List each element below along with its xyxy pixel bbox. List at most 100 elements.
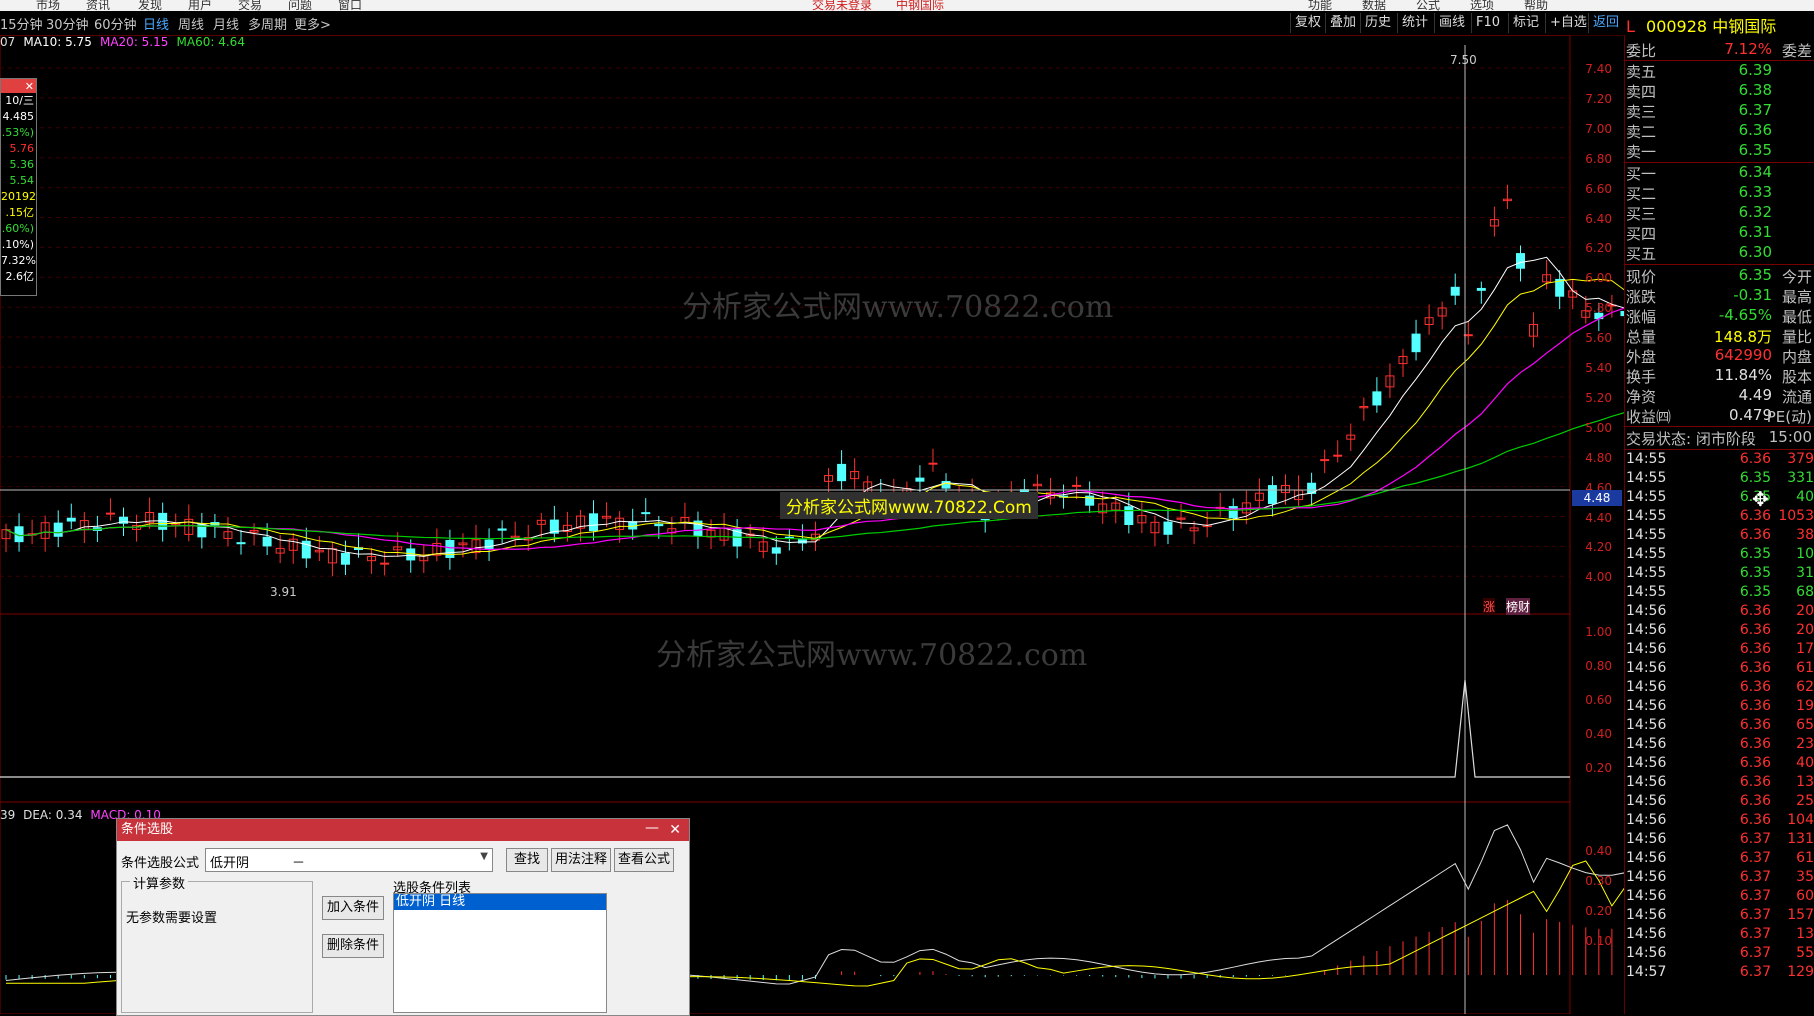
stat-value: 6.35 — [1738, 266, 1772, 284]
tick-row: 14:55 6.36 38 — [1626, 527, 1814, 546]
menu-options[interactable]: 选项 — [1470, 0, 1494, 11]
watermark-main: 分析家公式网www.70822.com — [682, 290, 1114, 325]
stat-label: 外盘 — [1626, 348, 1657, 366]
high-price-label: 7.50 — [1450, 53, 1477, 67]
tick-row: 14:55 6.35 68 — [1626, 584, 1814, 603]
close-icon[interactable]: ✕ — [1, 79, 36, 93]
toolbar-back[interactable]: 返回 — [1588, 13, 1623, 33]
period-multi[interactable]: 多周期 — [248, 14, 287, 33]
candle-body — [484, 539, 494, 550]
add-condition-button[interactable]: 加入条件 — [322, 896, 384, 920]
menu-discover[interactable]: 发现 — [138, 0, 162, 11]
period-daily[interactable]: 日线 — [143, 14, 169, 33]
menu-user[interactable]: 用户 — [188, 0, 212, 11]
toolbar-add-watchlist[interactable]: +自选 — [1545, 13, 1591, 33]
stat-label: 收益㈣ — [1626, 408, 1672, 426]
tick-row: 14:55 6.36 1053 — [1626, 508, 1814, 527]
tick-row: 14:56 6.36 62 — [1626, 679, 1814, 698]
stat-label: 换手 — [1626, 368, 1657, 386]
badge-list[interactable]: 榜财 — [1506, 598, 1531, 615]
tick-time: 14:55 — [1626, 470, 1667, 486]
tick-time: 14:56 — [1626, 641, 1667, 657]
toolbar-history[interactable]: 历史 — [1360, 13, 1395, 33]
badge-rise[interactable]: 涨 — [1483, 598, 1496, 615]
period-monthly[interactable]: 月线 — [213, 14, 239, 33]
info-high: 5.76 — [9, 142, 35, 155]
bid-row: 买二 6.33 — [1626, 183, 1812, 203]
tick-price: 6.37 — [1739, 850, 1771, 866]
find-button[interactable]: 查找 — [506, 848, 548, 872]
menu-formula[interactable]: 公式 — [1416, 0, 1440, 11]
tick-row: 14:56 6.36 40 — [1626, 755, 1814, 774]
bid-row: 买一 6.34 — [1626, 163, 1812, 183]
minimize-icon[interactable]: — — [645, 817, 659, 839]
tick-volume: 60 — [1796, 888, 1814, 904]
ask-row: 卖四 6.38 — [1626, 81, 1812, 101]
stat-right-label: 最低 — [1781, 308, 1812, 326]
stat-value: -0.31 — [1733, 286, 1772, 304]
period-30min[interactable]: 30分钟 — [46, 14, 89, 33]
tick-row: 14:57 6.37 129 — [1626, 964, 1814, 983]
stock-screener-dialog: 条件选股 — ✕ 条件选股公式 低开阴 － ▼ 查找 用法注释 查看公式 计算参… — [116, 818, 690, 1016]
condition-list-item[interactable]: 低开阴 日线 — [394, 894, 606, 910]
period-15min[interactable]: 15分钟 — [0, 14, 43, 33]
menu-market[interactable]: 市场 — [36, 0, 60, 11]
stat-value: 642990 — [1714, 346, 1772, 364]
candle-body — [1372, 391, 1382, 406]
stat-row: 收益㈣ 0.479 PE(动) — [1626, 406, 1812, 426]
tick-price: 6.37 — [1739, 926, 1771, 942]
tick-volume: 61 — [1796, 850, 1814, 866]
menu-window[interactable]: 窗口 — [338, 0, 362, 11]
cursor-price-tag: 4.48 — [1572, 490, 1622, 506]
ask-price: 6.36 — [1738, 121, 1772, 139]
tick-volume: 129 — [1787, 964, 1814, 980]
close-icon[interactable]: ✕ — [669, 819, 681, 841]
dialog-title: 条件选股 — [121, 822, 174, 837]
dialog-titlebar[interactable]: 条件选股 — ✕ — [117, 819, 689, 841]
tick-price: 6.37 — [1739, 945, 1771, 961]
ask-price: 6.39 — [1738, 61, 1772, 79]
chevron-down-icon[interactable]: ▼ — [480, 851, 488, 862]
formula-select[interactable]: 低开阴 － ▼ — [205, 848, 493, 872]
tick-volume: 131 — [1787, 831, 1814, 847]
toolbar-draw[interactable]: 画线 — [1434, 13, 1469, 33]
bar-info-box: ✕ 10/三 4.485 .53%) 5.76 5.36 5.54 20192 … — [0, 78, 37, 296]
sub-axis: 1.00 0.80 0.60 0.40 0.20 0.40 0.30 0.20 0.10 — [1572, 35, 1622, 948]
tick-row: 14:56 6.36 20 — [1626, 622, 1814, 641]
candle-body — [1320, 459, 1330, 462]
toolbar-restore-rights[interactable]: 复权 — [1290, 13, 1325, 33]
toolbar-f10[interactable]: F10 — [1471, 13, 1504, 33]
delete-condition-button[interactable]: 删除条件 — [322, 934, 384, 958]
menu-function[interactable]: 功能 — [1308, 0, 1332, 11]
stat-row: 总量 148.8万 量比 — [1626, 326, 1812, 346]
period-weekly[interactable]: 周线 — [178, 14, 204, 33]
candle-body — [641, 512, 651, 515]
menu-data[interactable]: 数据 — [1362, 0, 1386, 11]
condition-list[interactable]: 低开阴 日线 — [393, 893, 607, 1013]
ask-row: 卖一 6.35 — [1626, 141, 1812, 161]
period-60min[interactable]: 60分钟 — [94, 14, 137, 33]
menu-help[interactable]: 帮助 — [1524, 0, 1548, 11]
bid-label: 买二 — [1626, 185, 1657, 203]
tick-volume: 40 — [1796, 755, 1814, 771]
period-more[interactable]: 更多> — [294, 14, 331, 33]
tick-price: 6.36 — [1739, 679, 1771, 695]
toolbar-stats[interactable]: 统计 — [1397, 13, 1432, 33]
menu-trade[interactable]: 交易 — [238, 0, 262, 11]
tick-volume: 55 — [1796, 945, 1814, 961]
stat-row: 涨幅 -4.65% 最低 — [1626, 306, 1812, 326]
tick-time: 14:56 — [1626, 793, 1667, 809]
move-cursor-icon: ✥ — [1752, 487, 1769, 511]
usage-note-button[interactable]: 用法注释 — [551, 848, 611, 872]
view-formula-button[interactable]: 查看公式 — [614, 848, 674, 872]
menu-news[interactable]: 资讯 — [86, 0, 110, 11]
toolbar-overlay[interactable]: 叠加 — [1325, 13, 1360, 33]
toolbar-mark[interactable]: 标记 — [1508, 13, 1543, 33]
params-text: 无参数需要设置 — [126, 911, 218, 926]
quote-divider — [1624, 162, 1814, 163]
stat-label: 现价 — [1626, 268, 1657, 286]
menu-question[interactable]: 问题 — [288, 0, 312, 11]
stock-code: 000928 — [1646, 17, 1708, 36]
tick-volume: 31 — [1796, 565, 1814, 581]
stat-label: 净资 — [1626, 388, 1657, 406]
